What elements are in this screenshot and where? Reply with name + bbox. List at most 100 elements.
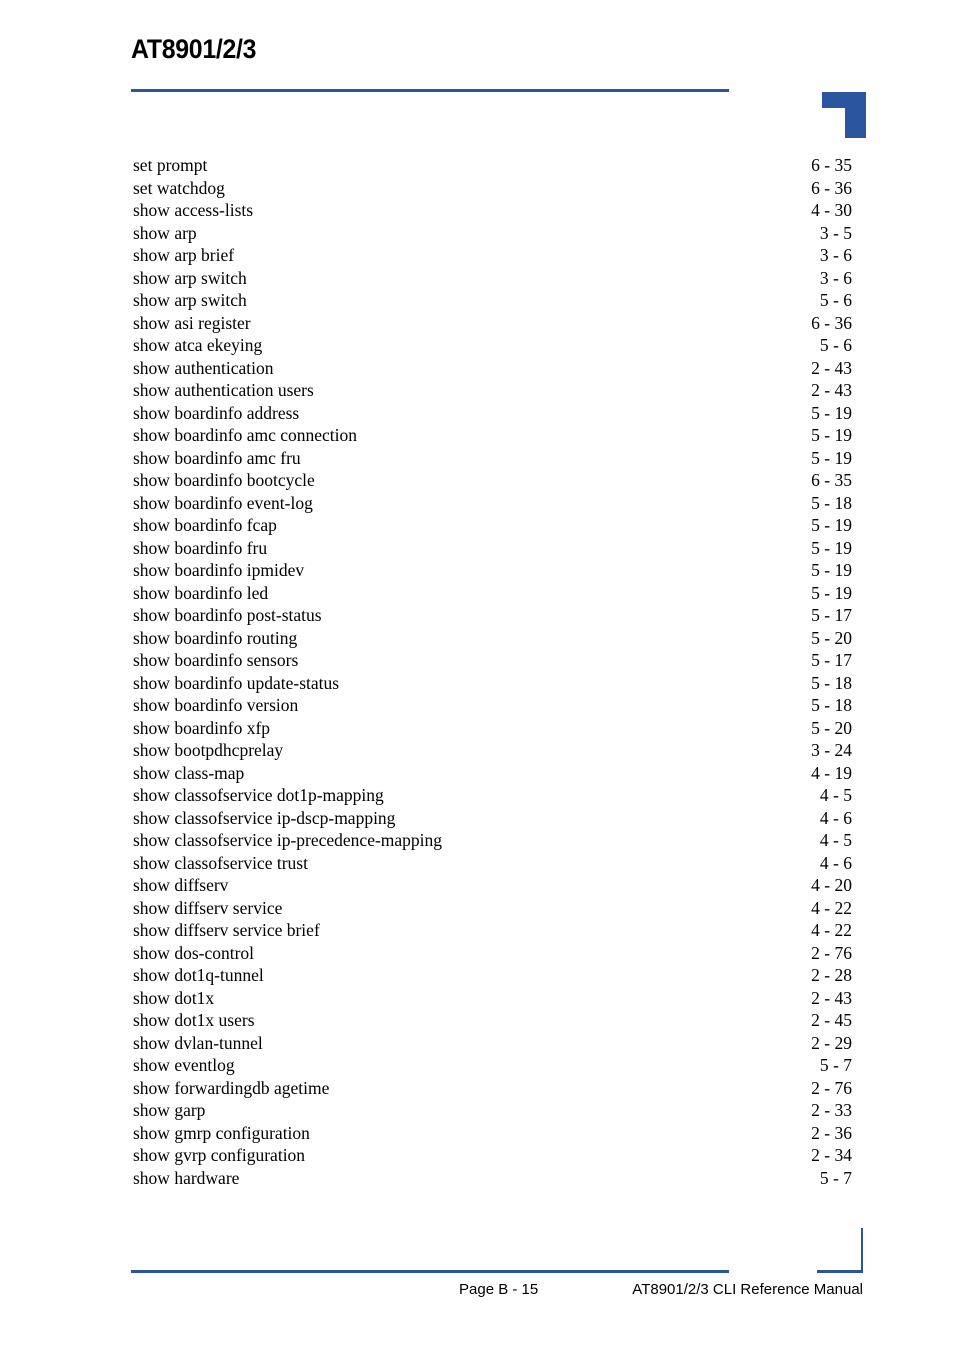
index-entry-page-number: 5 - 19 — [811, 425, 852, 445]
document-page: AT8901/2/3 set prompt 6 - 35 set watchdog 6… — [0, 0, 954, 1351]
index-entry-label: show classofservice ip-dscp-mapping — [133, 807, 396, 828]
index-entry-page-number: 2 - 76 — [811, 942, 852, 963]
index-entry-row: show dos-control 2 - 76 — [133, 942, 852, 965]
footer-manual-title: AT8901/2/3 CLI Reference Manual — [632, 1281, 863, 1298]
index-entry-list: set prompt 6 - 35 set watchdog 6 - 36 show a… — [133, 154, 852, 1189]
index-entry-row: set watchdog 6 - 36 — [133, 177, 852, 200]
index-entry-page-number: 4 - 19 — [811, 762, 852, 783]
index-entry-label: show hardware — [133, 1167, 240, 1188]
index-entry-page-number: 2 - 28 — [811, 965, 852, 985]
index-entry-row: show arp switch 3 - 6 — [133, 267, 852, 290]
index-entry-row: show classofservice trust 4 - 6 — [133, 852, 852, 875]
index-entry-label: show boardinfo bootcycle — [133, 470, 315, 490]
index-entry-label: show arp brief — [133, 245, 235, 265]
index-entry-label: show atca ekeying — [133, 335, 263, 355]
index-entry-row: show boardinfo update-status 5 - 18 — [133, 672, 852, 695]
index-entry-page-number: 5 - 19 — [811, 537, 852, 558]
index-entry-page-number: 5 - 6 — [819, 290, 852, 310]
index-entry-page-number: 3 - 24 — [811, 740, 852, 760]
index-entry-row: show class-map 4 - 19 — [133, 762, 852, 785]
index-entry-page-number: 3 - 6 — [819, 267, 852, 288]
index-entry-row: show boardinfo xfp 5 - 20 — [133, 717, 852, 740]
index-entry-label: set watchdog — [133, 177, 225, 198]
index-entry-page-number: 5 - 18 — [811, 492, 852, 513]
top-right-corner-mark-icon — [822, 92, 866, 138]
index-entry-page-number: 5 - 17 — [811, 650, 852, 670]
index-entry-row: show authentication 2 - 43 — [133, 357, 852, 380]
index-entry-label: show boardinfo xfp — [133, 717, 271, 738]
index-entry-row: set prompt 6 - 35 — [133, 154, 852, 177]
index-entry-label: show boardinfo ipmidev — [133, 560, 305, 580]
index-entry-label: show classofservice ip-precedence-mappin… — [133, 830, 443, 850]
index-entry-page-number: 2 - 29 — [811, 1032, 852, 1053]
index-entry-label: show boardinfo address — [133, 402, 300, 423]
index-entry-label: show boardinfo amc fru — [133, 447, 301, 468]
index-entry-label: show dot1x users — [133, 1010, 255, 1030]
header-rule — [131, 89, 729, 92]
index-entry-row: show atca ekeying 5 - 6 — [133, 334, 852, 357]
index-entry-label: show boardinfo amc connection — [133, 425, 358, 445]
index-entry-page-number: 5 - 19 — [811, 402, 852, 423]
index-entry-label: show authentication — [133, 357, 274, 378]
index-entry-label: show dos-control — [133, 942, 255, 963]
index-entry-row: show diffserv service brief 4 - 22 — [133, 919, 852, 942]
index-entry-row: show diffserv 4 - 20 — [133, 874, 852, 897]
index-entry-page-number: 2 - 33 — [811, 1100, 852, 1120]
index-entry-page-number: 5 - 7 — [819, 1167, 852, 1188]
index-entry-row: show gvrp configuration 2 - 34 — [133, 1144, 852, 1167]
index-entry-row: show boardinfo version 5 - 18 — [133, 694, 852, 717]
index-entry-page-number: 2 - 36 — [811, 1122, 852, 1143]
index-entry-label: show boardinfo led — [133, 582, 269, 603]
index-entry-page-number: 3 - 5 — [819, 222, 852, 243]
index-entry-page-number: 5 - 19 — [811, 560, 852, 580]
index-entry-page-number: 5 - 17 — [811, 605, 852, 625]
footer-page-number: Page B - 15 — [459, 1281, 539, 1298]
page-title: AT8901/2/3 — [131, 34, 257, 64]
index-entry-label: show bootpdhcprelay — [133, 740, 284, 760]
index-entry-label: show gmrp configuration — [133, 1122, 310, 1143]
index-entry-row: show dot1x 2 - 43 — [133, 987, 852, 1010]
corner-mark-vertical-bar — [845, 92, 866, 138]
index-entry-label: show boardinfo post-status — [133, 605, 322, 625]
index-entry-page-number: 4 - 30 — [811, 200, 852, 220]
index-entry-row: show gmrp configuration 2 - 36 — [133, 1122, 852, 1145]
index-entry-label: show boardinfo fcap — [133, 515, 277, 535]
index-entry-page-number: 5 - 18 — [811, 672, 852, 693]
index-entry-page-number: 4 - 5 — [819, 830, 852, 850]
index-entry-label: show gvrp configuration — [133, 1145, 306, 1165]
index-entry-row: show boardinfo routing 5 - 20 — [133, 627, 852, 650]
index-entry-row: show boardinfo address 5 - 19 — [133, 402, 852, 425]
index-entry-page-number: 2 - 45 — [811, 1010, 852, 1030]
index-entry-row: show dvlan-tunnel 2 - 29 — [133, 1032, 852, 1055]
index-entry-page-number: 5 - 20 — [811, 627, 852, 648]
index-entry-page-number: 5 - 19 — [811, 582, 852, 603]
index-entry-row: show asi register 6 - 36 — [133, 312, 852, 335]
index-entry-row: show eventlog 5 - 7 — [133, 1054, 852, 1077]
index-entry-page-number: 5 - 6 — [819, 335, 852, 355]
index-entry-label: show classofservice trust — [133, 852, 308, 873]
index-entry-page-number: 5 - 7 — [819, 1055, 852, 1075]
index-entry-row: show boardinfo event-log 5 - 18 — [133, 492, 852, 515]
index-entry-page-number: 4 - 20 — [811, 875, 852, 895]
index-entry-label: show boardinfo update-status — [133, 672, 340, 693]
index-entry-row: show arp switch 5 - 6 — [133, 289, 852, 312]
index-entry-page-number: 6 - 35 — [811, 155, 852, 175]
index-entry-page-number: 4 - 6 — [819, 852, 852, 873]
index-entry-label: show dvlan-tunnel — [133, 1032, 263, 1053]
index-entry-page-number: 2 - 34 — [811, 1145, 852, 1165]
index-entry-label: show eventlog — [133, 1055, 235, 1075]
index-entry-row: show hardware 5 - 7 — [133, 1167, 852, 1190]
index-entry-row: show boardinfo post-status 5 - 17 — [133, 604, 852, 627]
index-entry-page-number: 6 - 36 — [811, 312, 852, 333]
index-entry-label: show diffserv service brief — [133, 920, 320, 940]
index-entry-row: show dot1q-tunnel 2 - 28 — [133, 964, 852, 987]
index-entry-page-number: 5 - 20 — [811, 717, 852, 738]
index-entry-label: show arp switch — [133, 290, 247, 310]
index-entry-page-number: 2 - 43 — [811, 380, 852, 400]
index-entry-label: show classofservice dot1p-mapping — [133, 785, 384, 805]
index-entry-label: show boardinfo event-log — [133, 492, 313, 513]
index-entry-row: show classofservice ip-dscp-mapping 4 - 6 — [133, 807, 852, 830]
index-entry-page-number: 2 - 76 — [811, 1077, 852, 1098]
index-entry-label: show garp — [133, 1100, 206, 1120]
index-entry-label: show asi register — [133, 312, 251, 333]
